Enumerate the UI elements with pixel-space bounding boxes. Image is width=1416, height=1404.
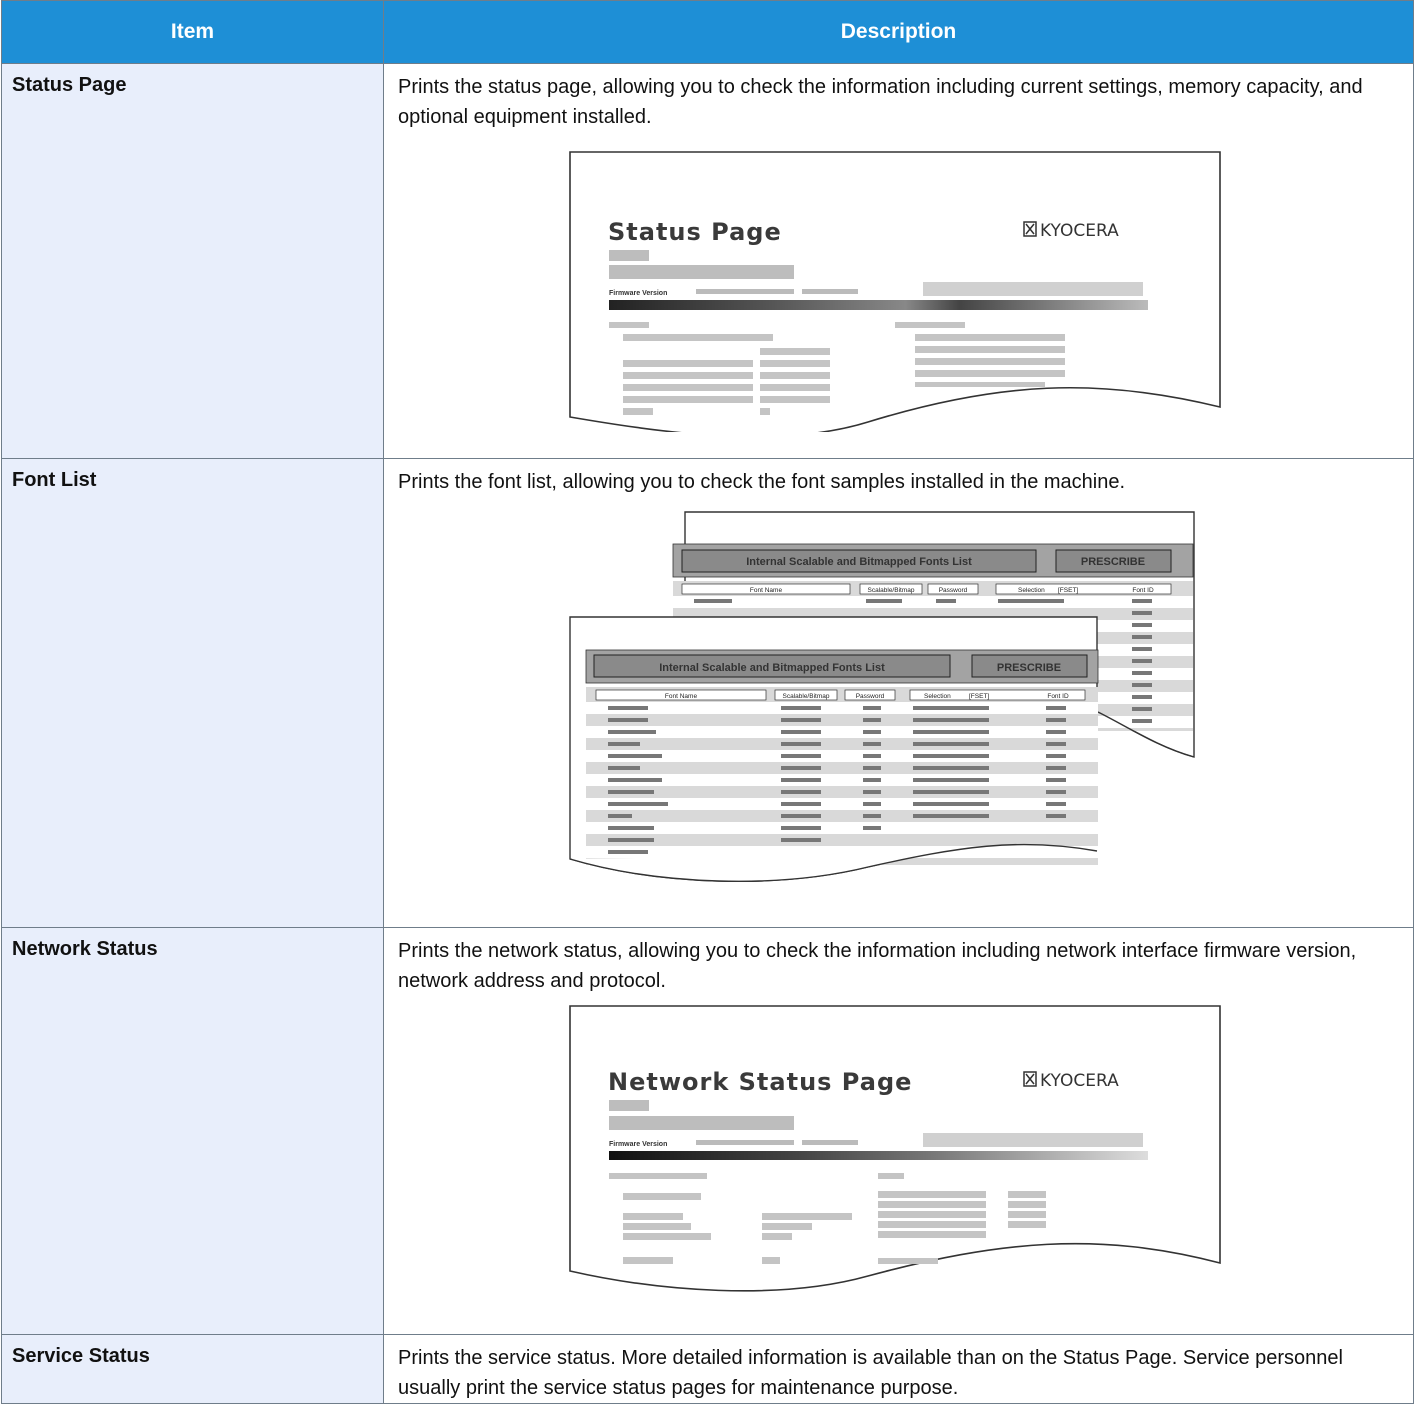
font-list-front-col-2: Password <box>856 693 885 700</box>
font-list-front-col-1: Scalable/Bitmap <box>783 693 830 700</box>
row-item-font-list: Font List <box>1 458 384 928</box>
row-item-status-page: Status Page <box>1 63 384 459</box>
font-list-front-badge: PRESCRIBE <box>997 662 1061 674</box>
font-list-back-col-1: Scalable/Bitmap <box>868 587 915 594</box>
network-status-illustration: Network Status Page KYOCERA Firmware Ver… <box>569 1005 1221 1292</box>
font-list-back-col-2: Password <box>939 587 968 594</box>
row-description-network-status: Prints the network status, allowing you … <box>383 927 1414 1335</box>
status-report-table: Item Description Status Page Prints the … <box>1 0 1414 1404</box>
table-header-row: Item Description <box>1 0 1414 64</box>
font-list-front-page: Internal Scalable and Bitmapped Fonts Li… <box>569 616 1099 882</box>
row-description-status-page: Prints the status page, allowing you to … <box>383 63 1414 459</box>
header-description: Description <box>383 0 1414 64</box>
status-page-title: Status Page <box>608 218 782 246</box>
kyocera-logo-text: KYOCERA <box>1040 1071 1119 1091</box>
status-page-illustration: Status Page KYOCERA Firmware Version <box>569 151 1221 432</box>
font-list-front-title: Internal Scalable and Bitmapped Fonts Li… <box>659 662 885 674</box>
table-row: Network Status Prints the network status… <box>1 927 1414 1335</box>
font-list-back-col-3: Selection <box>1018 587 1045 594</box>
description-text: Prints the network status, allowing you … <box>398 940 1357 992</box>
table-row: Status Page Prints the status page, allo… <box>1 63 1414 459</box>
font-list-back-col-4: [FSET] <box>1058 587 1078 594</box>
kyocera-logo-text: KYOCERA <box>1040 221 1119 241</box>
row-description-service-status: Prints the service status. More detailed… <box>383 1334 1414 1404</box>
header-item: Item <box>1 0 384 64</box>
description-text: Prints the service status. More detailed… <box>398 1347 1343 1399</box>
network-status-title: Network Status Page <box>608 1068 912 1096</box>
firmware-version-label: Firmware Version <box>609 290 667 297</box>
description-text: Prints the status page, allowing you to … <box>398 76 1363 128</box>
font-list-illustration: Internal Scalable and Bitmapped Fonts Li… <box>569 511 1195 882</box>
font-list-back-title: Internal Scalable and Bitmapped Fonts Li… <box>746 556 972 568</box>
firmware-version-label: Firmware Version <box>609 1141 667 1148</box>
table-row: Font List Prints the font list, allowing… <box>1 458 1414 928</box>
font-list-front-col-5: Font ID <box>1047 693 1069 700</box>
font-list-back-badge: PRESCRIBE <box>1081 556 1145 568</box>
description-text: Prints the font list, allowing you to ch… <box>398 471 1126 493</box>
row-item-service-status: Service Status <box>1 1334 384 1404</box>
font-list-front-col-4: [FSET] <box>969 693 989 700</box>
table-row: Service Status Prints the service status… <box>1 1334 1414 1404</box>
row-description-font-list: Prints the font list, allowing you to ch… <box>383 458 1414 928</box>
font-list-front-col-3: Selection <box>924 693 951 700</box>
font-list-back-col-0: Font Name <box>750 587 783 594</box>
font-list-back-col-5: Font ID <box>1132 587 1154 594</box>
font-list-front-col-0: Font Name <box>665 693 698 700</box>
row-item-network-status: Network Status <box>1 927 384 1335</box>
